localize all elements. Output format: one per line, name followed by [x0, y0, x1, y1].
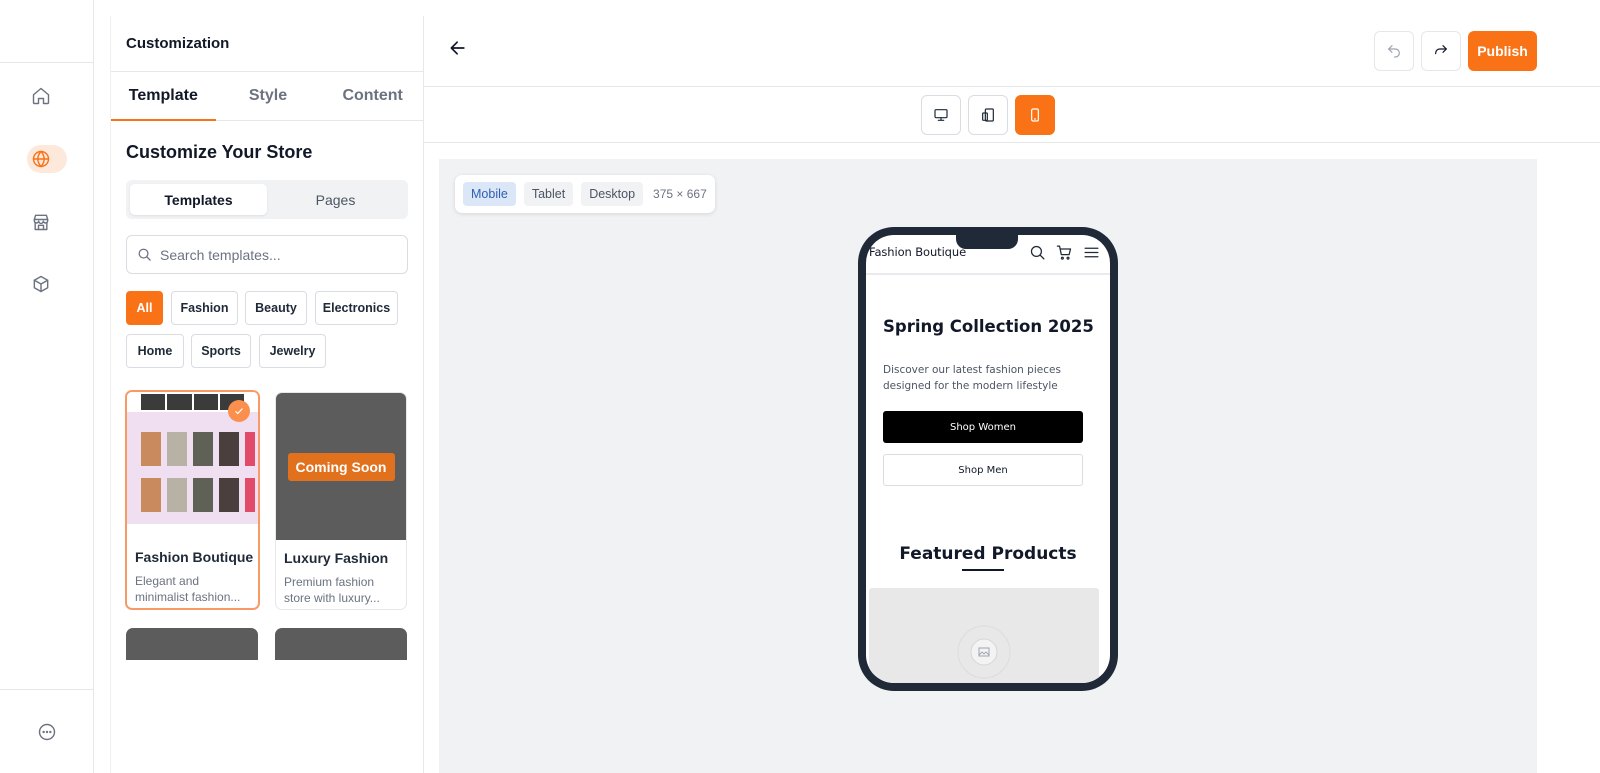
- thumbnail-product: [141, 432, 161, 466]
- category-fashion[interactable]: Fashion: [171, 291, 238, 325]
- thumbnail-product: [167, 432, 187, 466]
- redo-button[interactable]: [1421, 31, 1461, 71]
- rail-logo-area: [0, 0, 93, 63]
- home-icon[interactable]: [27, 82, 55, 110]
- hero-subtitle: Discover our latest fashion pieces desig…: [883, 364, 1061, 392]
- template-card-luxury-fashion[interactable]: Coming Soon Luxury Fashion Premium fashi…: [275, 392, 407, 610]
- segment-pages[interactable]: Pages: [267, 184, 404, 215]
- template-card-fashion-boutique[interactable]: Fashion Boutique Elegant and minimalist …: [125, 390, 260, 610]
- site-nav-icons: [1029, 244, 1100, 261]
- template-thumbnail: Coming Soon: [276, 393, 406, 540]
- desktop-icon: [934, 109, 948, 121]
- tab-style[interactable]: Style: [216, 72, 321, 120]
- thumbnail-product: [193, 478, 213, 512]
- viewport-size: 375 × 667: [653, 187, 707, 201]
- editor-header: Publish: [424, 16, 1600, 87]
- device-toggle-bar: [424, 87, 1600, 143]
- site-brand[interactable]: Fashion Boutique: [869, 245, 966, 259]
- tab-content[interactable]: Content: [320, 72, 423, 120]
- phone-notch: [956, 235, 1018, 249]
- tab-template[interactable]: Template: [111, 72, 216, 121]
- template-description: Premium fashion store with luxury...: [284, 575, 380, 605]
- thumbnail-accent: [245, 478, 255, 512]
- globe-icon[interactable]: [27, 145, 67, 173]
- viewport-tablet[interactable]: Tablet: [523, 182, 574, 206]
- search-icon: [138, 248, 151, 261]
- section-heading: Customize Your Store: [126, 142, 313, 162]
- thumbnail-accent: [245, 432, 255, 466]
- icon-rail: [0, 0, 94, 773]
- more-icon[interactable]: [33, 718, 61, 746]
- category-jewelry[interactable]: Jewelry: [259, 334, 326, 368]
- arrow-left-icon[interactable]: [448, 38, 468, 58]
- product-card[interactable]: [869, 588, 1099, 683]
- template-name: Luxury Fashion: [284, 550, 389, 566]
- thumbnail-body: [127, 412, 258, 524]
- publish-button[interactable]: Publish: [1468, 31, 1537, 71]
- template-card-placeholder[interactable]: [126, 628, 258, 660]
- desktop-view-button[interactable]: [921, 95, 961, 135]
- menu-icon[interactable]: [1083, 244, 1100, 261]
- search-input[interactable]: [160, 246, 400, 263]
- mobile-icon: [1031, 108, 1039, 122]
- template-name: Fashion Boutique: [135, 549, 254, 565]
- category-electronics[interactable]: Electronics: [315, 291, 398, 325]
- heading-underline: [962, 569, 1004, 571]
- thumbnail-product: [141, 478, 161, 512]
- check-icon: [228, 400, 250, 422]
- store-icon[interactable]: [27, 208, 55, 236]
- tablet-icon: [982, 108, 994, 122]
- cart-icon[interactable]: [1056, 244, 1073, 261]
- category-sports[interactable]: Sports: [191, 334, 251, 368]
- tablet-view-button[interactable]: [968, 95, 1008, 135]
- undo-icon: [1388, 45, 1400, 58]
- thumbnail-footer: [127, 524, 258, 539]
- thumbnail-product: [167, 478, 187, 512]
- template-description: Elegant and minimalist fashion...: [135, 574, 241, 604]
- viewport-switcher: Mobile Tablet Desktop 375 × 667: [455, 175, 715, 213]
- preview-canvas: Mobile Tablet Desktop 375 × 667 Fashion …: [439, 159, 1537, 773]
- phone-frame: Fashion Boutique Spring Collection 2025 …: [858, 227, 1118, 691]
- viewport-desktop[interactable]: Desktop: [581, 182, 644, 206]
- coming-soon-badge: Coming Soon: [287, 452, 395, 481]
- category-all[interactable]: All: [126, 291, 163, 325]
- redo-icon: [1435, 45, 1447, 55]
- image-placeholder-icon: [957, 625, 1011, 679]
- category-home[interactable]: Home: [126, 334, 184, 368]
- panel-tabs: Template Style Content: [111, 72, 423, 121]
- panel-title: Customization: [126, 35, 230, 52]
- viewport-mobile[interactable]: Mobile: [463, 182, 516, 206]
- templates-pages-toggle: Templates Pages: [126, 180, 408, 219]
- hero-title: Spring Collection 2025: [883, 317, 1094, 336]
- template-thumbnail: [127, 392, 258, 539]
- featured-heading: Featured Products: [899, 544, 1077, 564]
- segment-templates[interactable]: Templates: [130, 184, 267, 215]
- customization-panel: Customization Template Style Content Cus…: [110, 16, 424, 773]
- phone-screen: Fashion Boutique Spring Collection 2025 …: [866, 235, 1110, 683]
- template-card-placeholder[interactable]: [275, 628, 407, 660]
- thumbnail-product: [219, 432, 239, 466]
- package-icon[interactable]: [27, 270, 55, 298]
- rail-footer: [0, 689, 93, 773]
- template-search: [126, 235, 408, 274]
- shop-men-button[interactable]: Shop Men: [883, 454, 1083, 486]
- shop-women-button[interactable]: Shop Women: [883, 411, 1083, 443]
- search-icon[interactable]: [1029, 244, 1046, 261]
- undo-button[interactable]: [1374, 31, 1414, 71]
- mobile-view-button[interactable]: [1015, 95, 1055, 135]
- thumbnail-product: [219, 478, 239, 512]
- thumbnail-product: [193, 432, 213, 466]
- category-beauty[interactable]: Beauty: [245, 291, 307, 325]
